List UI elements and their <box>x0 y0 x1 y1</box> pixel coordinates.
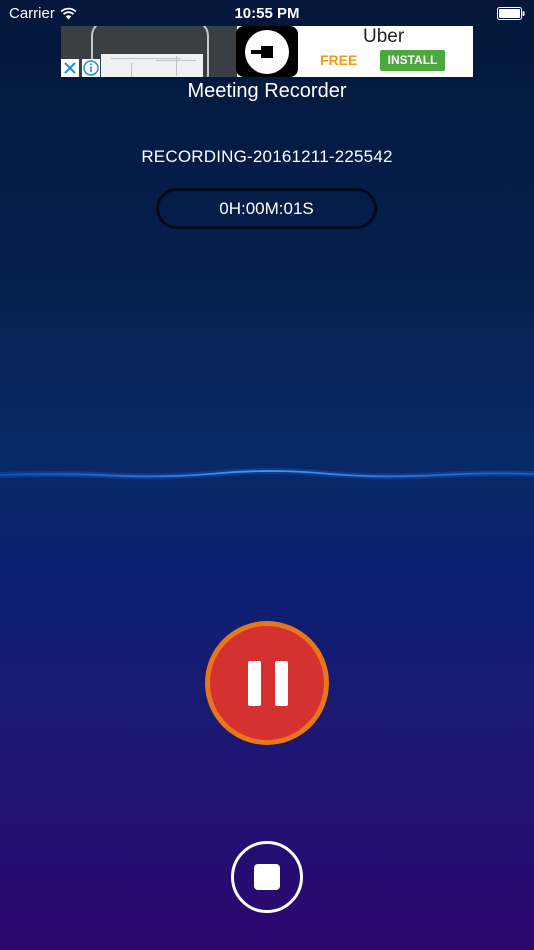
ad-title: Uber <box>363 26 405 47</box>
ad-map-graphic <box>101 54 203 77</box>
pause-button[interactable] <box>205 621 329 745</box>
audio-waveform <box>0 468 534 480</box>
stop-button[interactable] <box>231 841 303 913</box>
ad-info-button[interactable] <box>82 59 100 77</box>
app-title: Meeting Recorder <box>187 80 347 102</box>
close-icon <box>64 62 76 74</box>
ad-free-label: FREE <box>320 52 358 68</box>
battery-icon <box>497 7 525 20</box>
info-icon <box>83 60 99 76</box>
ad-banner[interactable]: Uber FREE INSTALL <box>61 26 473 77</box>
stop-icon <box>254 864 280 890</box>
pause-icon <box>248 661 288 706</box>
ad-install-button[interactable]: INSTALL <box>380 50 445 71</box>
status-time: 10:55 PM <box>234 5 300 22</box>
pause-button-fill <box>210 626 324 740</box>
status-bar: Carrier 10:55 PM <box>0 0 534 26</box>
recording-name: RECORDING-20161211-225542 <box>141 147 393 166</box>
uber-logo-icon <box>236 26 298 77</box>
ad-close-button[interactable] <box>61 59 79 77</box>
recording-timer: 0H:00M:01S <box>156 188 377 229</box>
